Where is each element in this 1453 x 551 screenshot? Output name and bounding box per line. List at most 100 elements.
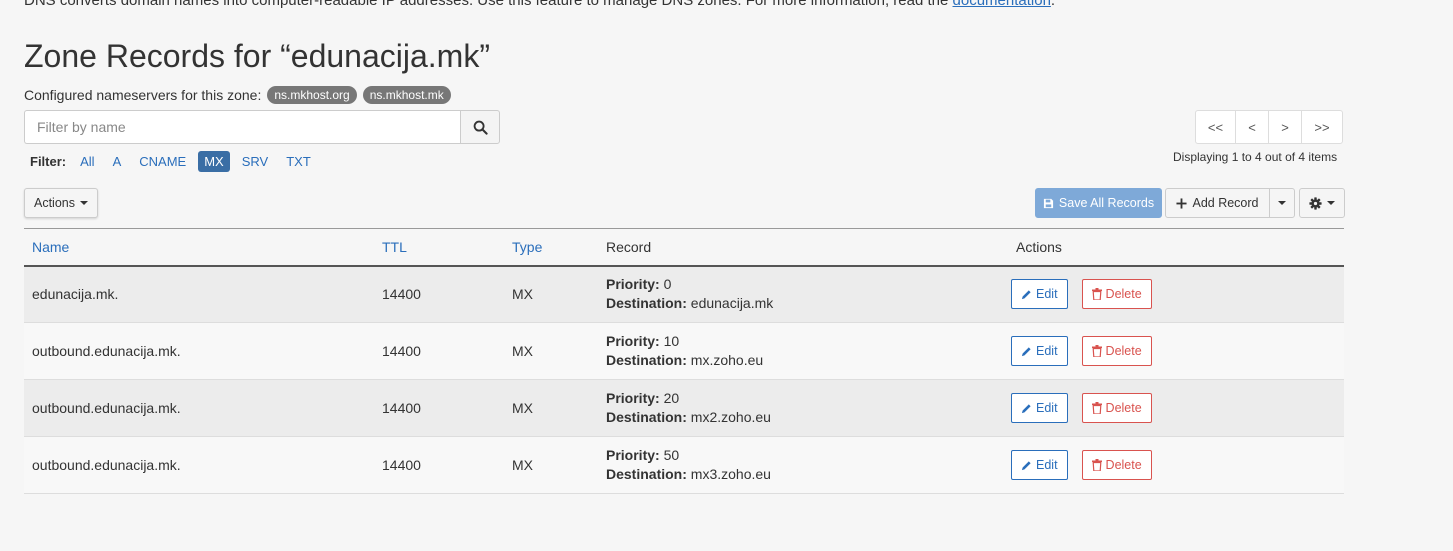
filter-mx[interactable]: MX xyxy=(198,150,230,172)
table-row: outbound.edunacija.mk. 14400 MX Priority… xyxy=(24,379,1344,437)
nameservers-line: Configured nameservers for this zone: ns… xyxy=(24,86,451,104)
prev-page-button[interactable]: < xyxy=(1236,111,1269,143)
edit-label: Edit xyxy=(1036,344,1058,358)
add-record-dropdown-button[interactable] xyxy=(1269,188,1295,218)
first-page-button[interactable]: << xyxy=(1196,111,1236,143)
next-page-button[interactable]: > xyxy=(1269,111,1302,143)
edit-button[interactable]: Edit xyxy=(1011,279,1068,310)
column-type[interactable]: Type xyxy=(504,229,598,266)
destination-label: Destination: xyxy=(606,466,687,482)
delete-label: Delete xyxy=(1105,401,1142,415)
pencil-icon xyxy=(1021,290,1031,299)
search-button[interactable] xyxy=(460,110,500,144)
record-actions: Edit Delete xyxy=(1003,323,1344,380)
edit-button[interactable]: Edit xyxy=(1011,450,1068,480)
settings-dropdown-button[interactable] xyxy=(1299,188,1345,218)
actions-label: Actions xyxy=(34,196,75,210)
column-name[interactable]: Name xyxy=(24,229,374,266)
record-actions: Edit Delete xyxy=(1003,266,1344,323)
record-ttl: 14400 xyxy=(382,343,421,359)
record-type: MX xyxy=(512,457,533,473)
edit-label: Edit xyxy=(1036,401,1058,415)
search-icon xyxy=(473,120,488,135)
priority-label: Priority: xyxy=(606,333,660,349)
search-bar xyxy=(24,110,500,144)
record-name: outbound.edunacija.mk. xyxy=(32,457,181,473)
pagination: << < > >> xyxy=(1195,110,1343,144)
delete-label: Delete xyxy=(1105,458,1142,472)
filter-srv[interactable]: SRV xyxy=(236,151,275,172)
destination-label: Destination: xyxy=(606,409,687,425)
nameservers-label: Configured nameservers for this zone: xyxy=(24,87,262,103)
delete-button[interactable]: Delete xyxy=(1081,279,1152,310)
delete-button[interactable]: Delete xyxy=(1081,393,1152,423)
search-input[interactable] xyxy=(24,110,460,144)
delete-label: Delete xyxy=(1105,287,1142,302)
record-ttl: 14400 xyxy=(382,286,421,303)
pagination-status: Displaying 1 to 4 out of 4 items xyxy=(1173,150,1338,164)
priority-value: 50 xyxy=(663,447,680,463)
destination-label: Destination: xyxy=(606,352,687,368)
record-name: outbound.edunacija.mk. xyxy=(32,343,181,359)
intro-suffix: . xyxy=(1050,0,1056,9)
documentation-link[interactable]: documentation xyxy=(953,0,1051,9)
plus-icon xyxy=(1176,197,1188,209)
table-header-row: Name TTL Type Record Actions xyxy=(24,228,1344,266)
delete-button[interactable]: Delete xyxy=(1081,450,1152,480)
record-ttl: 14400 xyxy=(382,400,421,416)
column-ttl[interactable]: TTL xyxy=(374,229,504,266)
record-details: Priority: 10 Destination: mx.zoho.eu xyxy=(598,323,1003,380)
priority-value: 0 xyxy=(663,276,672,293)
save-all-label: Save All Records xyxy=(1058,196,1155,210)
destination-value: mx2.zoho.eu xyxy=(690,409,771,425)
record-type: MX xyxy=(512,400,533,416)
filter-cname[interactable]: CNAME xyxy=(133,151,192,172)
filter-label: Filter: xyxy=(30,153,67,169)
table-row: edunacija.mk. 14400 MX Priority: 0 Desti… xyxy=(24,265,1344,323)
priority-value: 10 xyxy=(663,333,680,349)
trash-icon xyxy=(1091,345,1102,357)
add-record-button[interactable]: Add Record xyxy=(1165,188,1270,218)
chevron-down-icon xyxy=(1327,201,1335,205)
filter-all[interactable]: All xyxy=(74,151,100,172)
trash-icon xyxy=(1091,402,1102,414)
filter-a[interactable]: A xyxy=(107,151,128,172)
priority-label: Priority: xyxy=(606,447,660,463)
actions-dropdown-button[interactable]: Actions xyxy=(24,188,98,218)
delete-label: Delete xyxy=(1105,344,1142,358)
trash-icon xyxy=(1091,459,1102,471)
record-name: edunacija.mk. xyxy=(32,286,119,303)
destination-label: Destination: xyxy=(606,295,687,312)
record-actions: Edit Delete xyxy=(1003,380,1344,437)
delete-button[interactable]: Delete xyxy=(1081,336,1152,366)
record-type: MX xyxy=(512,343,533,359)
column-actions: Actions xyxy=(1016,238,1062,255)
table-row: outbound.edunacija.mk. 14400 MX Priority… xyxy=(24,322,1344,380)
priority-label: Priority: xyxy=(606,276,660,293)
intro-text: DNS converts domain names into computer-… xyxy=(24,0,1055,9)
gear-icon xyxy=(1309,196,1322,210)
last-page-button[interactable]: >> xyxy=(1302,111,1342,143)
filter-txt[interactable]: TXT xyxy=(280,151,317,172)
floppy-disk-icon xyxy=(1043,198,1053,208)
save-all-records-button[interactable]: Save All Records xyxy=(1035,188,1162,218)
pencil-icon xyxy=(1021,346,1031,356)
chevron-down-icon xyxy=(80,201,88,205)
edit-label: Edit xyxy=(1036,458,1058,472)
destination-value: edunacija.mk xyxy=(690,295,774,312)
intro-description: DNS converts domain names into computer-… xyxy=(24,0,953,9)
trash-icon xyxy=(1091,288,1102,301)
record-ttl: 14400 xyxy=(382,457,421,473)
edit-label: Edit xyxy=(1036,287,1058,302)
chevron-down-icon xyxy=(1278,201,1286,205)
add-record-label: Add Record xyxy=(1192,196,1259,210)
type-filter: Filter: All A CNAME MX SRV TXT xyxy=(30,150,323,172)
record-type: MX xyxy=(512,286,533,303)
edit-button[interactable]: Edit xyxy=(1011,336,1068,366)
record-name: outbound.edunacija.mk. xyxy=(32,400,181,416)
table-row: outbound.edunacija.mk. 14400 MX Priority… xyxy=(24,436,1344,494)
nameserver-badge: ns.mkhost.org xyxy=(267,86,357,104)
page-title: Zone Records for “edunacija.mk” xyxy=(24,38,490,74)
pencil-icon xyxy=(1021,403,1031,413)
edit-button[interactable]: Edit xyxy=(1011,393,1068,423)
